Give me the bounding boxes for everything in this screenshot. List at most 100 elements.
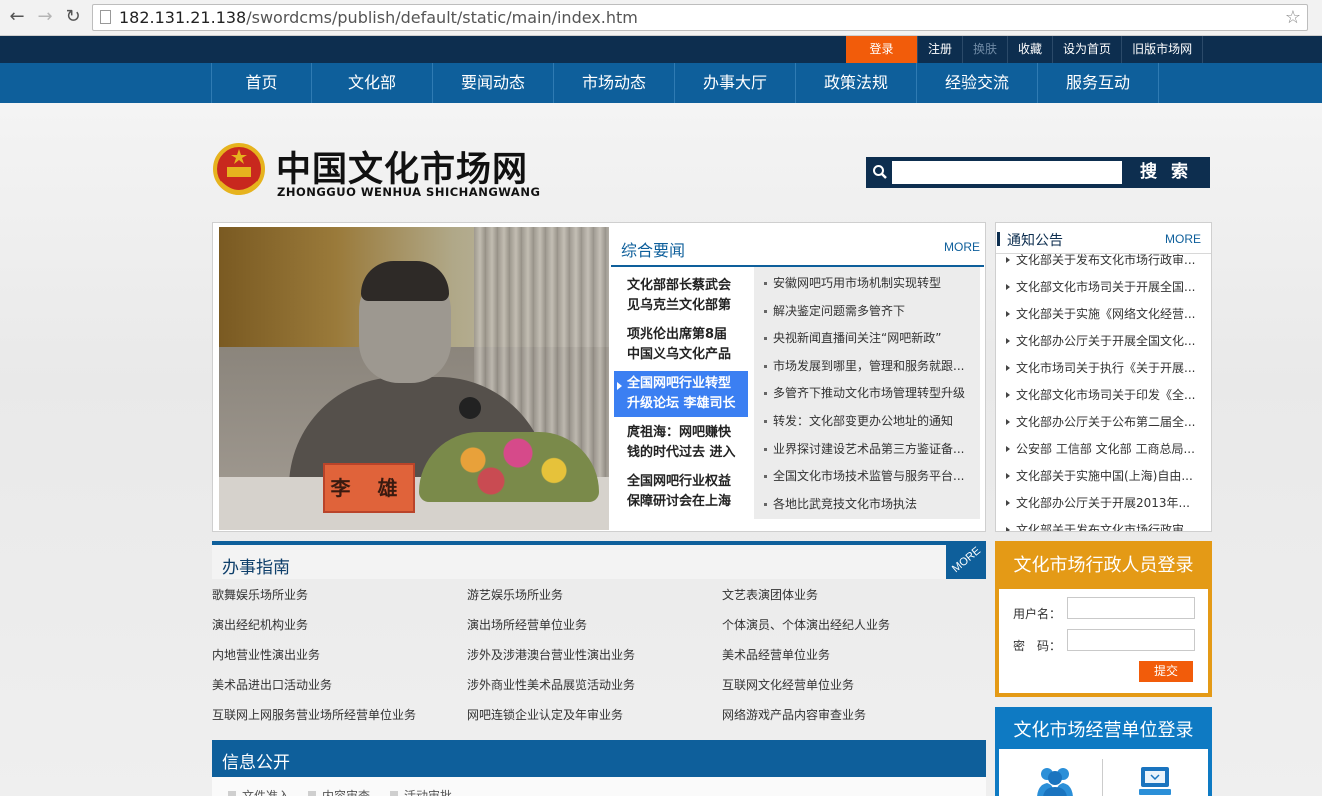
guide-item[interactable]: 网络游戏产品内容审查业务	[722, 702, 986, 732]
guide-item[interactable]: 美术品进出口活动业务	[212, 672, 467, 702]
news-item[interactable]: 转发：文化部变更办公地址的通知	[754, 408, 980, 436]
change-skin-link[interactable]: 换肤	[963, 36, 1009, 63]
guide-item[interactable]: 演出经纪机构业务	[212, 612, 467, 642]
username-label: 用户名：	[1013, 607, 1062, 621]
users-icon[interactable]	[1035, 765, 1075, 796]
news-item[interactable]: 安徽网吧巧用市场机制实现转型	[754, 270, 980, 298]
nav-item-news[interactable]: 要闻动态	[433, 63, 554, 103]
guide-item[interactable]: 互联网上网服务营业场所经营单位业务	[212, 702, 467, 732]
top-links: 登录 注册 换肤 收藏 设为首页 旧版市场网	[846, 36, 1204, 63]
headline-item[interactable]: 全国网吧行业权益 保障研讨会在上海	[614, 469, 748, 515]
notice-item[interactable]: 文化部办公厅关于公布第二届全...	[996, 409, 1211, 436]
guide-title[interactable]: 办事指南	[222, 553, 290, 578]
headline-item[interactable]: 文化部部长蔡武会 见乌克兰文化部第	[614, 273, 748, 319]
page-icon	[100, 10, 111, 24]
guide-item[interactable]: 游艺娱乐场所业务	[467, 582, 722, 612]
info-tab[interactable]: 内容审查	[308, 787, 370, 796]
address-bar[interactable]: 182.131.21.138/swordcms/publish/default/…	[92, 4, 1308, 31]
news-item[interactable]: 解决鉴定问题需多管齐下	[754, 298, 980, 326]
guide-item[interactable]: 歌舞娱乐场所业务	[212, 582, 467, 612]
guide-item[interactable]: 内地营业性演出业务	[212, 642, 467, 672]
notice-item[interactable]: 文化部文化市场司关于印发《全...	[996, 382, 1211, 409]
news-item[interactable]: 央视新闻直播间关注“网吧新政”	[754, 325, 980, 353]
news-item[interactable]: 多管齐下推动文化市场管理转型升级	[754, 380, 980, 408]
headline-item[interactable]: 项兆伦出席第8届 中国义乌文化产品	[614, 322, 748, 368]
info-title[interactable]: 信息公开	[222, 748, 290, 773]
biz-login-box: 文化市场经营单位登录	[995, 707, 1212, 796]
notice-header: 通知公告 MORE	[996, 223, 1211, 254]
nav-item-home[interactable]: 首页	[212, 63, 312, 103]
guide-more-label: MORE	[949, 544, 983, 576]
set-homepage-link[interactable]: 设为首页	[1053, 36, 1123, 63]
nav-item-experience[interactable]: 经验交流	[917, 63, 1038, 103]
guide-item[interactable]: 个体演员、个体演出经纪人业务	[722, 612, 986, 642]
news-item[interactable]: 市场发展到哪里，管理和服务就跟...	[754, 353, 980, 381]
notice-list: 文化部关于发布文化市场行政审... 文化部文化市场司关于开展全国... 文化部关…	[996, 247, 1211, 531]
guide-item[interactable]: 美术品经营单位业务	[722, 642, 986, 672]
nav-item-market[interactable]: 市场动态	[554, 63, 675, 103]
news-list: 安徽网吧巧用市场机制实现转型 解决鉴定问题需多管齐下 央视新闻直播间关注“网吧新…	[754, 267, 980, 519]
notice-item[interactable]: 文化部关于实施中国(上海)自由...	[996, 463, 1211, 490]
reload-icon[interactable]: ↻	[62, 6, 84, 28]
username-field[interactable]	[1067, 597, 1195, 619]
guide-item[interactable]: 互联网文化经营单位业务	[722, 672, 986, 702]
headline-item[interactable]: 庹祖海：网吧赚快 钱的时代过去 进入	[614, 420, 748, 466]
bookmark-star-icon[interactable]: ☆	[1285, 5, 1301, 30]
notice-item[interactable]: 文化部办公厅关于开展全国文化...	[996, 328, 1211, 355]
search-input[interactable]	[892, 161, 1122, 184]
old-site-link[interactable]: 旧版市场网	[1122, 36, 1204, 63]
admin-login-box: 文化市场行政人员登录 用户名： 密 码： 提交	[995, 541, 1212, 697]
password-label: 密 码：	[1013, 639, 1062, 653]
search-icon	[873, 165, 887, 179]
notice-item[interactable]: 公安部 工信部 文化部 工商总局...	[996, 436, 1211, 463]
main-nav: 首页 文化部 要闻动态 市场动态 办事大厅 政策法规 经验交流 服务互动	[0, 63, 1322, 103]
notice-more-link[interactable]: MORE	[1165, 232, 1201, 246]
guide-more-link[interactable]: MORE	[946, 541, 986, 579]
headline-photo[interactable]: 李 雄	[219, 227, 609, 530]
info-body: 文件准入 内容审查 活动审批	[212, 777, 986, 796]
submit-button[interactable]: 提交	[1139, 661, 1193, 682]
guide-item[interactable]: 文艺表演团体业务	[722, 582, 986, 612]
notice-item[interactable]: 文化市场司关于执行《关于开展...	[996, 355, 1211, 382]
notice-panel: 文化部关于发布文化市场行政审... 文化部文化市场司关于开展全国... 文化部关…	[995, 222, 1212, 532]
nav-item-interaction[interactable]: 服务互动	[1038, 63, 1159, 103]
guide-item[interactable]: 涉外商业性美术品展览活动业务	[467, 672, 722, 702]
biz-divider	[1102, 759, 1103, 796]
news-section-title[interactable]: 综合要闻	[621, 237, 685, 261]
biz-login-title: 文化市场经营单位登录	[999, 711, 1208, 749]
guide-header: 办事指南 MORE	[212, 541, 986, 579]
forward-arrow-icon[interactable]: →	[34, 6, 56, 28]
nav-item-ministry[interactable]: 文化部	[312, 63, 433, 103]
top-strip: 登录 注册 换肤 收藏 设为首页 旧版市场网	[0, 36, 1322, 63]
notice-title[interactable]: 通知公告	[1007, 230, 1063, 250]
site-subtitle: ZHONGGUO WENHUA SHICHANGWANG	[277, 185, 541, 199]
guide-item[interactable]: 演出场所经营单位业务	[467, 612, 722, 642]
news-item[interactable]: 业界探讨建设艺术品第三方鉴证备...	[754, 436, 980, 464]
national-emblem-icon	[213, 143, 265, 195]
notice-item[interactable]: 文化部关于实施《网络文化经营...	[996, 301, 1211, 328]
notice-item[interactable]: 文化部关于发布文化市场行政审...	[996, 517, 1211, 531]
password-field[interactable]	[1067, 629, 1195, 651]
guide-grid: 歌舞娱乐场所业务 游艺娱乐场所业务 文艺表演团体业务 演出经纪机构业务 演出场所…	[212, 582, 986, 732]
favorite-link[interactable]: 收藏	[1008, 36, 1054, 63]
info-tab[interactable]: 活动审批	[390, 787, 452, 796]
news-more-link[interactable]: MORE	[944, 240, 980, 254]
search-button[interactable]: 搜 索	[1124, 159, 1208, 186]
url-path: /swordcms/publish/default/static/main/in…	[246, 8, 638, 27]
notice-item[interactable]: 文化部办公厅关于开展2013年...	[996, 490, 1211, 517]
guide-item[interactable]: 涉外及涉港澳台营业性演出业务	[467, 642, 722, 672]
news-section-header: 综合要闻 MORE	[611, 227, 984, 267]
back-arrow-icon[interactable]: ←	[6, 6, 28, 28]
computer-icon[interactable]	[1137, 763, 1173, 796]
notice-item[interactable]: 文化部文化市场司关于开展全国...	[996, 274, 1211, 301]
guide-item[interactable]: 网吧连锁企业认定及年审业务	[467, 702, 722, 732]
login-link[interactable]: 登录	[846, 36, 918, 63]
nav-item-policy[interactable]: 政策法规	[796, 63, 917, 103]
admin-login-title: 文化市场行政人员登录	[999, 545, 1208, 589]
register-link[interactable]: 注册	[918, 36, 964, 63]
news-item[interactable]: 各地比武竞技文化市场执法	[754, 491, 980, 519]
info-tab[interactable]: 文件准入	[228, 787, 290, 796]
nav-item-service-hall[interactable]: 办事大厅	[675, 63, 796, 103]
news-item[interactable]: 全国文化市场技术监管与服务平台...	[754, 463, 980, 491]
headline-item-active[interactable]: 全国网吧行业转型 升级论坛 李雄司长	[614, 371, 748, 417]
